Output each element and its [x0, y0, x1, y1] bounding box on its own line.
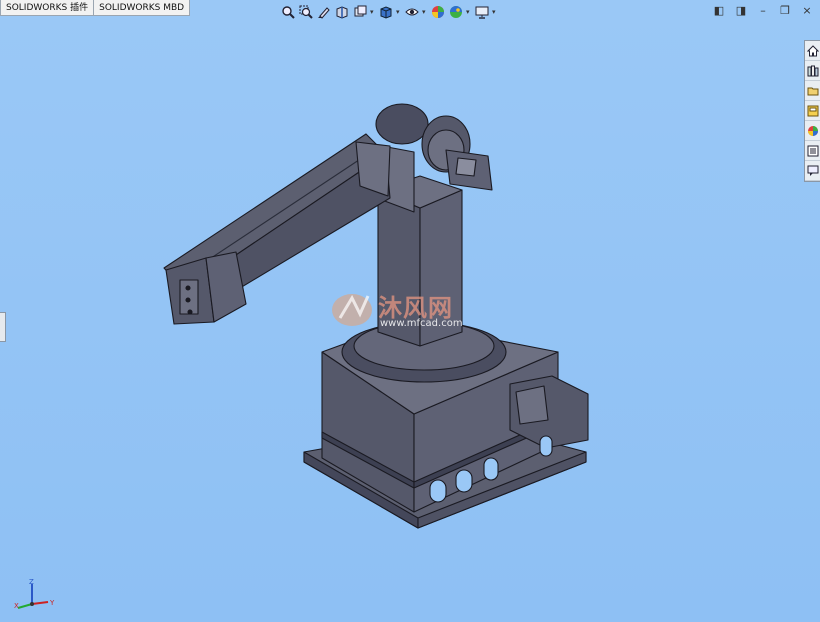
housing-slot: [455, 469, 473, 493]
triad-y-label: Y: [49, 599, 55, 607]
housing-slot: [429, 479, 447, 503]
triad-x-label: X: [14, 602, 19, 610]
watermark-url: www.mfcad.com: [380, 318, 463, 329]
housing-slot: [483, 457, 499, 481]
triad-z-label: Z: [29, 578, 34, 586]
shoulder-joint: [375, 103, 429, 145]
reference-triad: Z X Y: [14, 578, 55, 610]
